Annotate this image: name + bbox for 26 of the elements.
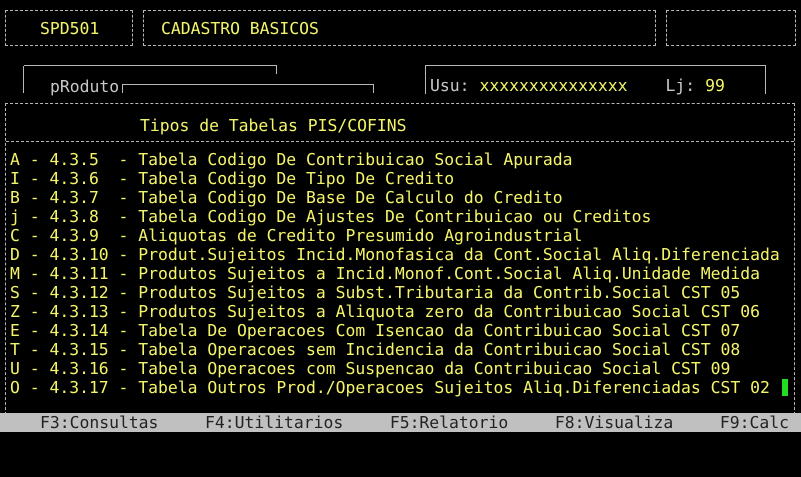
menu-item[interactable]: E - 4.3.14 - Tabela De Operacoes Com Isencao da Contribuicao Social CST 07 — [10, 321, 740, 340]
menu-item[interactable]: j - 4.3.8 - Tabela Codigo De Ajustes De Contribuicao ou Creditos — [10, 207, 652, 226]
field-label: pRoduto — [50, 77, 120, 96]
menu-title: Tipos de Tabelas PIS/COFINS — [140, 116, 406, 135]
menu-item[interactable]: U - 4.3.16 - Tabela Operacoes com Suspencao da Contribuicao Social CST 09 — [10, 359, 730, 378]
function-key[interactable]: F3:Consultas — [40, 413, 158, 432]
store-number: 99 — [705, 76, 725, 94]
program-code: SPD501 — [40, 18, 100, 38]
menu-item[interactable]: M - 4.3.11 - Produtos Sujeitos a Incid.Monof.Cont.Social Aliq.Unidade Medida — [10, 264, 760, 283]
menu-item[interactable]: S - 4.3.12 - Produtos Sujeitos a Subst.Tributaria da Contrib.Social CST 05 — [10, 283, 740, 302]
menu-item[interactable]: A - 4.3.5 - Tabela Codigo De Contribuicao Social Apurada — [10, 150, 572, 169]
menu-item[interactable]: T - 4.3.15 - Tabela Operacoes sem Incidencia da Contribuicao Social CST 08 — [10, 340, 740, 359]
function-key[interactable]: F9:Calc — [720, 413, 789, 432]
menu-item[interactable]: C - 4.3.9 - Aliquotas de Credito Presumido Agroindustrial — [10, 226, 582, 245]
user-label: Usu: — [430, 76, 470, 94]
menu-item[interactable]: D - 4.3.10 - Produt.Sujeitos Incid.Monofasica da Cont.Social Aliq.Diferenciada — [10, 245, 780, 264]
store-label: Lj: — [666, 76, 696, 94]
menu-item[interactable]: O - 4.3.17 - Tabela Outros Prod./Operacoes Sujeitos Aliq.Diferenciadas CST 02 — [10, 378, 770, 397]
user-name: xxxxxxxxxxxxxxx — [479, 76, 628, 94]
menu-item[interactable]: B - 4.3.7 - Tabela Codigo De Base De Calculo do Credito — [10, 188, 563, 207]
menu-item[interactable]: Z - 4.3.13 - Produtos Sujeitos a Aliquota zero da Contribuicao Social CST 06 — [10, 302, 760, 321]
function-key[interactable]: F8:Visualiza — [554, 413, 674, 432]
function-key[interactable]: F5:Relatorio — [390, 413, 508, 432]
menu-item[interactable]: I - 4.3.6 - Tabela Codigo De Tipo De Credito — [10, 169, 454, 188]
screen-title: CADASTRO BASICOS — [161, 18, 319, 38]
function-key[interactable]: F4:Utilitarios — [205, 413, 344, 432]
